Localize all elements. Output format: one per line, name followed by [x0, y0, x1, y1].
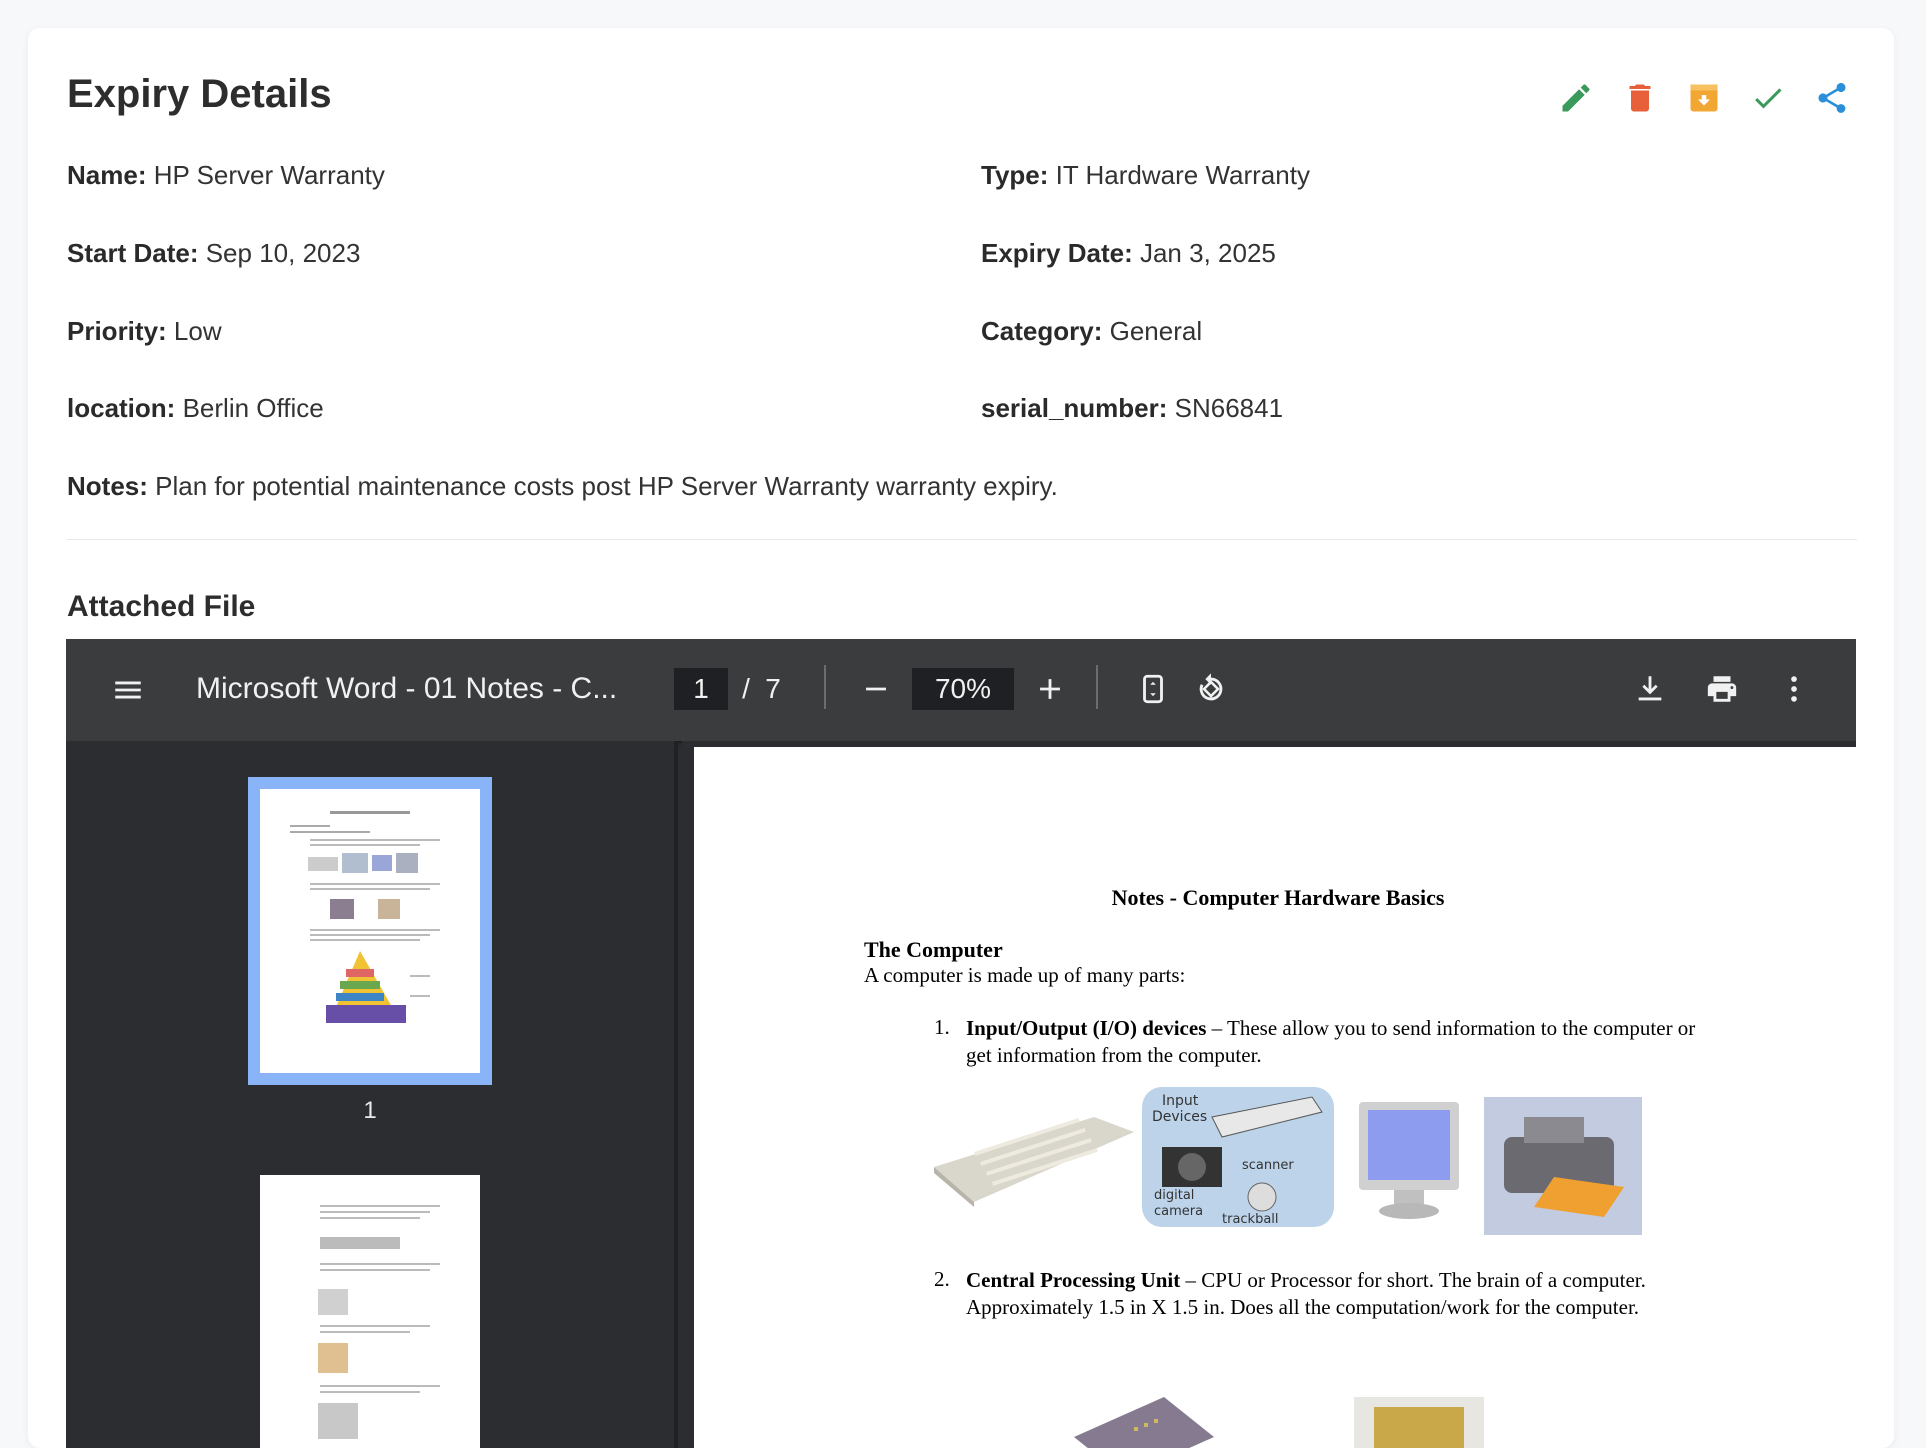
cpu-socket-image [1354, 1397, 1484, 1448]
edit-button[interactable] [1556, 78, 1596, 118]
field-expiry-date-label: Expiry Date: [981, 238, 1133, 268]
download-icon [1638, 676, 1662, 701]
field-name-value: HP Server Warranty [153, 160, 385, 190]
fit-page-button[interactable] [1133, 669, 1173, 709]
printer-image [1484, 1097, 1642, 1235]
camera-label: camera [1154, 1204, 1203, 1219]
document-page: Notes - Computer Hardware Basics The Com… [694, 747, 1856, 1448]
field-type-value: IT Hardware Warranty [1055, 160, 1310, 190]
share-icon [1818, 82, 1846, 113]
document-intro: A computer is made up of many parts: [864, 963, 1186, 987]
page-number-input[interactable]: 1 [674, 668, 728, 710]
delete-button[interactable] [1620, 78, 1660, 118]
field-type: Type: IT Hardware Warranty [981, 160, 1310, 191]
more-options-button[interactable] [1774, 669, 1814, 709]
rotate-icon [1199, 673, 1223, 701]
field-notes-value: Plan for potential maintenance costs pos… [155, 471, 1058, 501]
input-label: Input [1162, 1093, 1199, 1109]
field-serial-number-label: serial_number: [981, 393, 1168, 423]
field-location-label: location: [67, 393, 176, 423]
check-icon [1755, 88, 1782, 109]
cpu-chip-image [1074, 1397, 1214, 1448]
page-view: Notes - Computer Hardware Basics The Com… [682, 741, 1856, 1448]
digital-label: digital [1154, 1188, 1194, 1203]
fit-to-page-icon [1143, 674, 1163, 704]
sidebar-toggle-button[interactable] [108, 670, 148, 710]
more-vertical-icon [1791, 676, 1797, 702]
field-location-value: Berlin Office [182, 393, 324, 423]
field-start-date-value: Sep 10, 2023 [205, 238, 361, 268]
scanner-label: scanner [1242, 1158, 1294, 1173]
field-serial-number: serial_number: SN66841 [981, 393, 1283, 424]
list-number-1: 1. [934, 1015, 950, 1039]
attached-file-heading: Attached File [67, 590, 256, 623]
expiry-details-card: Expiry Details Name: HP Server Warranty … [28, 28, 1894, 1448]
page-thumbnail-2[interactable] [260, 1175, 480, 1448]
field-priority: Priority: Low [67, 316, 222, 347]
page-title: Expiry Details [67, 72, 332, 116]
hamburger-menu-icon [115, 681, 141, 699]
field-priority-label: Priority: [67, 316, 167, 346]
thumbnail-content [318, 1205, 440, 1439]
keyboard-image [934, 1117, 1134, 1207]
document-heading: Notes - Computer Hardware Basics [1111, 885, 1445, 910]
download-button[interactable] [1630, 669, 1670, 709]
field-notes: Notes: Plan for potential maintenance co… [67, 471, 1058, 502]
minus-icon [866, 687, 886, 691]
monitor-image [1359, 1102, 1459, 1219]
field-notes-label: Notes: [67, 471, 148, 501]
field-expiry-date-value: Jan 3, 2025 [1139, 238, 1276, 268]
pdf-toolbar: Microsoft Word - 01 Notes - C... 1 / 7 7… [66, 639, 1856, 741]
page-thumbnail-1[interactable] [248, 777, 492, 1085]
list-item-bold: Input/Output (I/O) devices [966, 1016, 1207, 1040]
share-button[interactable] [1812, 78, 1852, 118]
zoom-out-button[interactable] [856, 669, 896, 709]
field-category: Category: General [981, 316, 1202, 347]
pdf-viewer: Microsoft Word - 01 Notes - C... 1 / 7 7… [66, 639, 1856, 1448]
page-separator: / [742, 673, 750, 704]
archive-icon [1690, 84, 1718, 112]
field-name-label: Name: [67, 160, 147, 190]
print-button[interactable] [1702, 669, 1742, 709]
input-devices-image: Input Devices scanner digital camera tra… [1142, 1087, 1334, 1227]
action-toolbar [1556, 78, 1852, 118]
section-divider [67, 539, 1857, 540]
thumbnail-page [260, 789, 480, 1073]
archive-button[interactable] [1684, 78, 1724, 118]
thumbnail-page-number: 1 [363, 1097, 377, 1124]
list-item-io-devices: Input/Output (I/O) devices – These allow… [966, 1015, 1726, 1069]
zoom-level-input[interactable]: 70% [912, 668, 1014, 710]
field-category-value: General [1109, 316, 1203, 346]
field-start-date-label: Start Date: [67, 238, 199, 268]
rotate-button[interactable] [1191, 669, 1231, 709]
thumbnail-sidebar: 1 [66, 741, 678, 1448]
printer-icon [1707, 676, 1737, 702]
field-priority-value: Low [173, 316, 222, 346]
thumbnail-content [290, 811, 440, 1023]
field-type-label: Type: [981, 160, 1049, 190]
trackball-label: trackball [1222, 1212, 1279, 1227]
page-total: 7 [765, 673, 781, 704]
document-title: Microsoft Word - 01 Notes - C... [196, 672, 618, 705]
trash-icon [1629, 84, 1651, 112]
plus-icon [1040, 679, 1060, 699]
field-name: Name: HP Server Warranty [67, 160, 385, 191]
field-category-label: Category: [981, 316, 1103, 346]
document-subheading: The Computer [864, 937, 1003, 962]
list-number-2: 2. [934, 1267, 950, 1291]
zoom-in-button[interactable] [1030, 669, 1070, 709]
pencil-icon [1562, 84, 1590, 112]
field-serial-number-value: SN66841 [1174, 393, 1284, 423]
toolbar-divider [824, 665, 826, 709]
field-location: location: Berlin Office [67, 393, 324, 424]
field-start-date: Start Date: Sep 10, 2023 [67, 238, 360, 269]
list-item-cpu: Central Processing Unit – CPU or Process… [966, 1267, 1726, 1321]
list-item-bold: Central Processing Unit [966, 1268, 1181, 1292]
toolbar-divider [1096, 665, 1098, 709]
field-expiry-date: Expiry Date: Jan 3, 2025 [981, 238, 1276, 269]
devices-label: Devices [1152, 1109, 1207, 1125]
complete-button[interactable] [1748, 78, 1788, 118]
